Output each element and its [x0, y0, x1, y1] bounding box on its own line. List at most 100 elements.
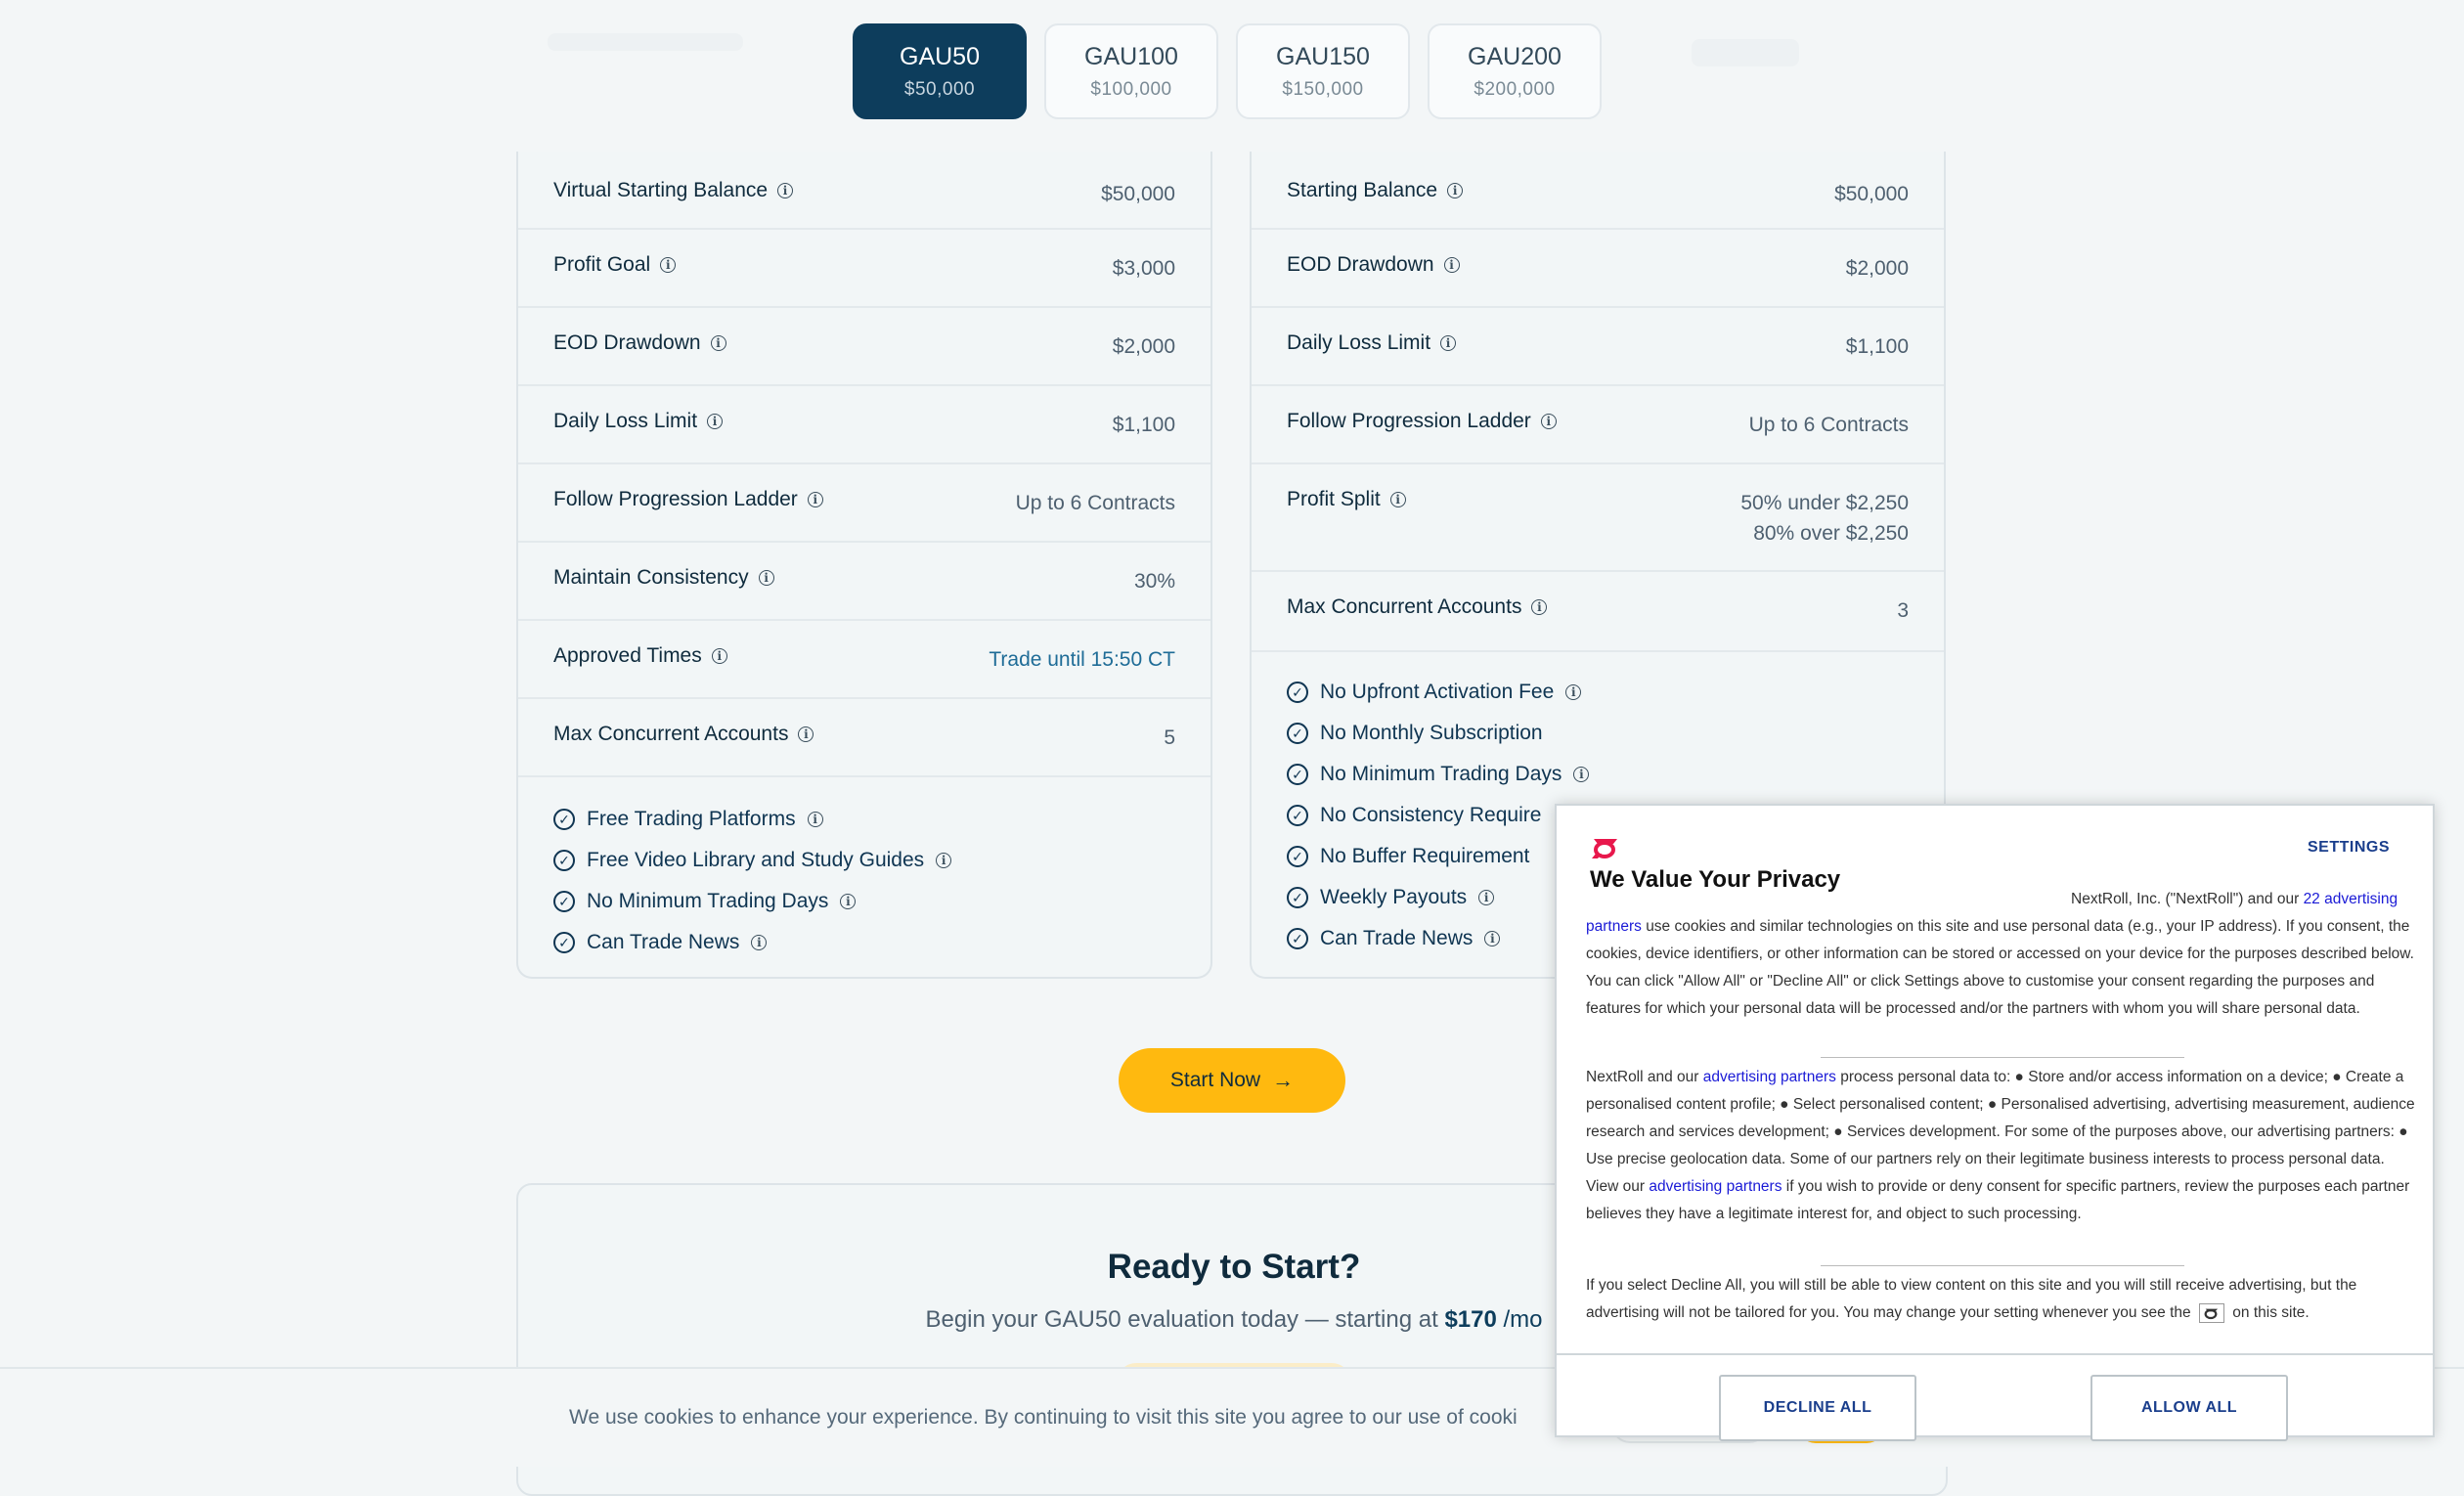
price-suffix: /mo [1503, 1306, 1543, 1333]
rule-row: Max Concurrent Accounts i 3 [1252, 572, 1944, 652]
rule-value: $1,100 [1845, 335, 1909, 358]
info-icon[interactable]: i [1443, 257, 1460, 273]
rule-value: $3,000 [1112, 257, 1175, 280]
info-icon[interactable]: i [707, 414, 724, 429]
faded-header-left [548, 33, 743, 51]
allow-all-button[interactable]: ALLOW ALL [2090, 1375, 2288, 1441]
account-size-tabs: GAU50 $50,000 GAU100 $100,000 GAU150 $15… [853, 23, 1602, 119]
rule-row: Max Concurrent Accounts i 5 [518, 699, 1210, 777]
info-icon[interactable]: i [1565, 684, 1582, 700]
rule-value: 3 [1897, 599, 1909, 622]
info-icon[interactable]: i [777, 183, 794, 198]
tab-name: GAU50 [900, 42, 980, 70]
tab-name: GAU100 [1084, 42, 1178, 70]
info-icon[interactable]: i [758, 570, 774, 586]
check-circle-icon: ✓ [1287, 887, 1308, 908]
tab-amount: $100,000 [1090, 78, 1172, 100]
feature-item: ✓ No Upfront Activation Fee i [1287, 672, 1909, 713]
info-icon[interactable]: i [1573, 767, 1590, 782]
check-circle-icon: ✓ [1287, 723, 1308, 744]
divider [1821, 1265, 2184, 1266]
rule-value: Trade until 15:50 CT [989, 648, 1175, 671]
tab-gau200[interactable]: GAU200 $200,000 [1428, 23, 1602, 119]
rule-label: Approved Times i [553, 644, 727, 668]
info-icon[interactable]: i [840, 894, 857, 909]
info-icon[interactable]: i [1440, 335, 1457, 351]
info-icon[interactable]: i [1389, 492, 1406, 507]
feature-item: ✓ Can Trade News i [553, 922, 1175, 963]
rule-label: Max Concurrent Accounts i [1287, 595, 1548, 619]
privacy-paragraph-2: NextRoll and our advertising partners pr… [1586, 1069, 2415, 1222]
rule-value: 30% [1133, 570, 1175, 593]
arrow-right-icon: → [1272, 1068, 1295, 1092]
rule-value: $2,000 [1112, 335, 1175, 358]
check-circle-icon: ✓ [1287, 928, 1308, 949]
feature-list: ✓ Free Trading Platforms i ✓ Free Video Lib… [518, 777, 1210, 963]
info-icon[interactable]: i [660, 257, 677, 273]
rule-value: 50% under $2,250 80% over $2,250 [1740, 492, 1909, 545]
info-icon[interactable]: i [751, 935, 768, 950]
decline-all-button[interactable]: DECLINE ALL [1719, 1375, 1916, 1441]
check-circle-icon: ✓ [1287, 805, 1308, 826]
rule-label: Follow Progression Ladder i [1287, 410, 1557, 433]
rule-value: $2,000 [1845, 257, 1909, 280]
feature-item: ✓ No Minimum Trading Days i [553, 881, 1175, 922]
feature-item: ✓ No Monthly Subscription [1287, 713, 1909, 754]
rule-row: Follow Progression Ladder i Up to 6 Contr… [518, 464, 1210, 543]
rule-value: $1,100 [1112, 414, 1175, 436]
info-icon[interactable]: i [936, 853, 952, 868]
rule-label: EOD Drawdown i [553, 331, 726, 355]
feature-item: ✓ No Minimum Trading Days i [1287, 754, 1909, 795]
info-icon[interactable]: i [798, 726, 814, 742]
rule-value: $50,000 [1834, 183, 1909, 205]
tab-gau100[interactable]: GAU100 $100,000 [1044, 23, 1218, 119]
privacy-paragraph-1: NextRoll, Inc. ("NextRoll") and our 22 a… [1586, 891, 2414, 1017]
rule-row: Daily Loss Limit i $1,100 [518, 386, 1210, 464]
tab-gau150[interactable]: GAU150 $150,000 [1236, 23, 1410, 119]
rule-label: Daily Loss Limit i [553, 410, 724, 433]
rule-value: $50,000 [1101, 183, 1175, 205]
rule-row: Daily Loss Limit i $1,100 [1252, 308, 1944, 386]
info-icon[interactable]: i [711, 648, 727, 664]
info-icon[interactable]: i [807, 812, 823, 827]
info-icon[interactable]: i [1531, 599, 1548, 615]
advertising-partners-link[interactable]: advertising partners [1649, 1178, 1782, 1195]
rule-row: Profit Goal i $3,000 [518, 230, 1210, 308]
rule-value: 5 [1164, 726, 1175, 749]
tab-name: GAU150 [1276, 42, 1370, 70]
tab-name: GAU200 [1468, 42, 1562, 70]
tab-gau50[interactable]: GAU50 $50,000 [853, 23, 1027, 119]
info-icon[interactable]: i [1540, 414, 1557, 429]
check-circle-icon: ✓ [1287, 846, 1308, 867]
rule-label: EOD Drawdown i [1287, 253, 1460, 277]
rule-row: EOD Drawdown i $2,000 [1252, 230, 1944, 308]
check-circle-icon: ✓ [553, 891, 575, 912]
privacy-paragraph-3: If you select Decline All, you will stil… [1586, 1277, 2357, 1323]
divider [1821, 1057, 2184, 1058]
rule-row: Starting Balance i $50,000 [1252, 152, 1944, 230]
nextroll-logo-icon [1592, 839, 1617, 858]
info-icon[interactable]: i [1478, 890, 1495, 905]
rule-row: EOD Drawdown i $2,000 [518, 308, 1210, 386]
info-icon[interactable]: i [1484, 931, 1501, 946]
rule-label: Profit Split i [1287, 488, 1406, 511]
settings-link[interactable]: SETTINGS [2308, 839, 2390, 857]
rule-label: Follow Progression Ladder i [553, 488, 823, 511]
info-icon[interactable]: i [710, 335, 726, 351]
rule-row: Approved Times i Trade until 15:50 CT [518, 621, 1210, 699]
tab-amount: $150,000 [1282, 78, 1364, 100]
rule-label: Max Concurrent Accounts i [553, 723, 814, 746]
rule-label: Maintain Consistency i [553, 566, 774, 590]
ready-price: $170 [1444, 1306, 1497, 1333]
rule-value: Up to 6 Contracts [1748, 414, 1909, 436]
info-icon[interactable]: i [1447, 183, 1464, 198]
rule-label: Profit Goal i [553, 253, 677, 277]
privacy-footer: DECLINE ALL ALLOW ALL [1557, 1353, 2433, 1441]
info-icon[interactable]: i [807, 492, 823, 507]
tab-amount: $200,000 [1474, 78, 1556, 100]
feature-item: ✓ Free Trading Platforms i [553, 799, 1175, 840]
check-circle-icon: ✓ [553, 850, 575, 871]
advertising-partners-link[interactable]: advertising partners [1703, 1069, 1836, 1085]
rule-label: Starting Balance i [1287, 179, 1464, 202]
start-now-button[interactable]: Start Now → [1119, 1048, 1345, 1113]
